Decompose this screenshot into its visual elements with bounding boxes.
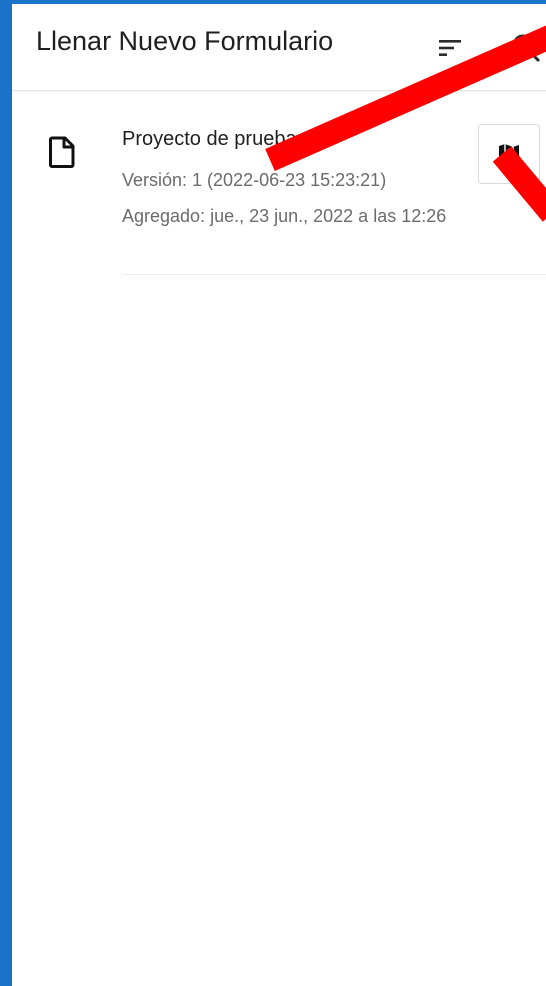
app-title: Llenar Nuevo Formulario: [36, 26, 334, 56]
search-icon: [512, 34, 541, 63]
app-bar: Llenar Nuevo Formulario: [12, 4, 546, 91]
search-button[interactable]: [506, 28, 546, 68]
list-divider: [122, 274, 546, 275]
form-added-date: Agregado: jue., 23 jun., 2022 a las 12:2…: [122, 206, 447, 226]
document-icon: [49, 136, 75, 168]
sort-icon: [439, 40, 461, 56]
form-list-item[interactable]: Proyecto de prueba Versión: 1 (2022-06-2…: [12, 104, 546, 275]
form-title: Proyecto de prueba: [122, 128, 297, 150]
sort-button[interactable]: [430, 28, 470, 68]
form-version: Versión: 1 (2022-06-23 15:23:21): [122, 170, 387, 190]
map-icon: [499, 144, 519, 164]
map-button[interactable]: [478, 124, 540, 184]
app-screen: Llenar Nuevo Formulario Proyecto de prue…: [12, 4, 546, 986]
